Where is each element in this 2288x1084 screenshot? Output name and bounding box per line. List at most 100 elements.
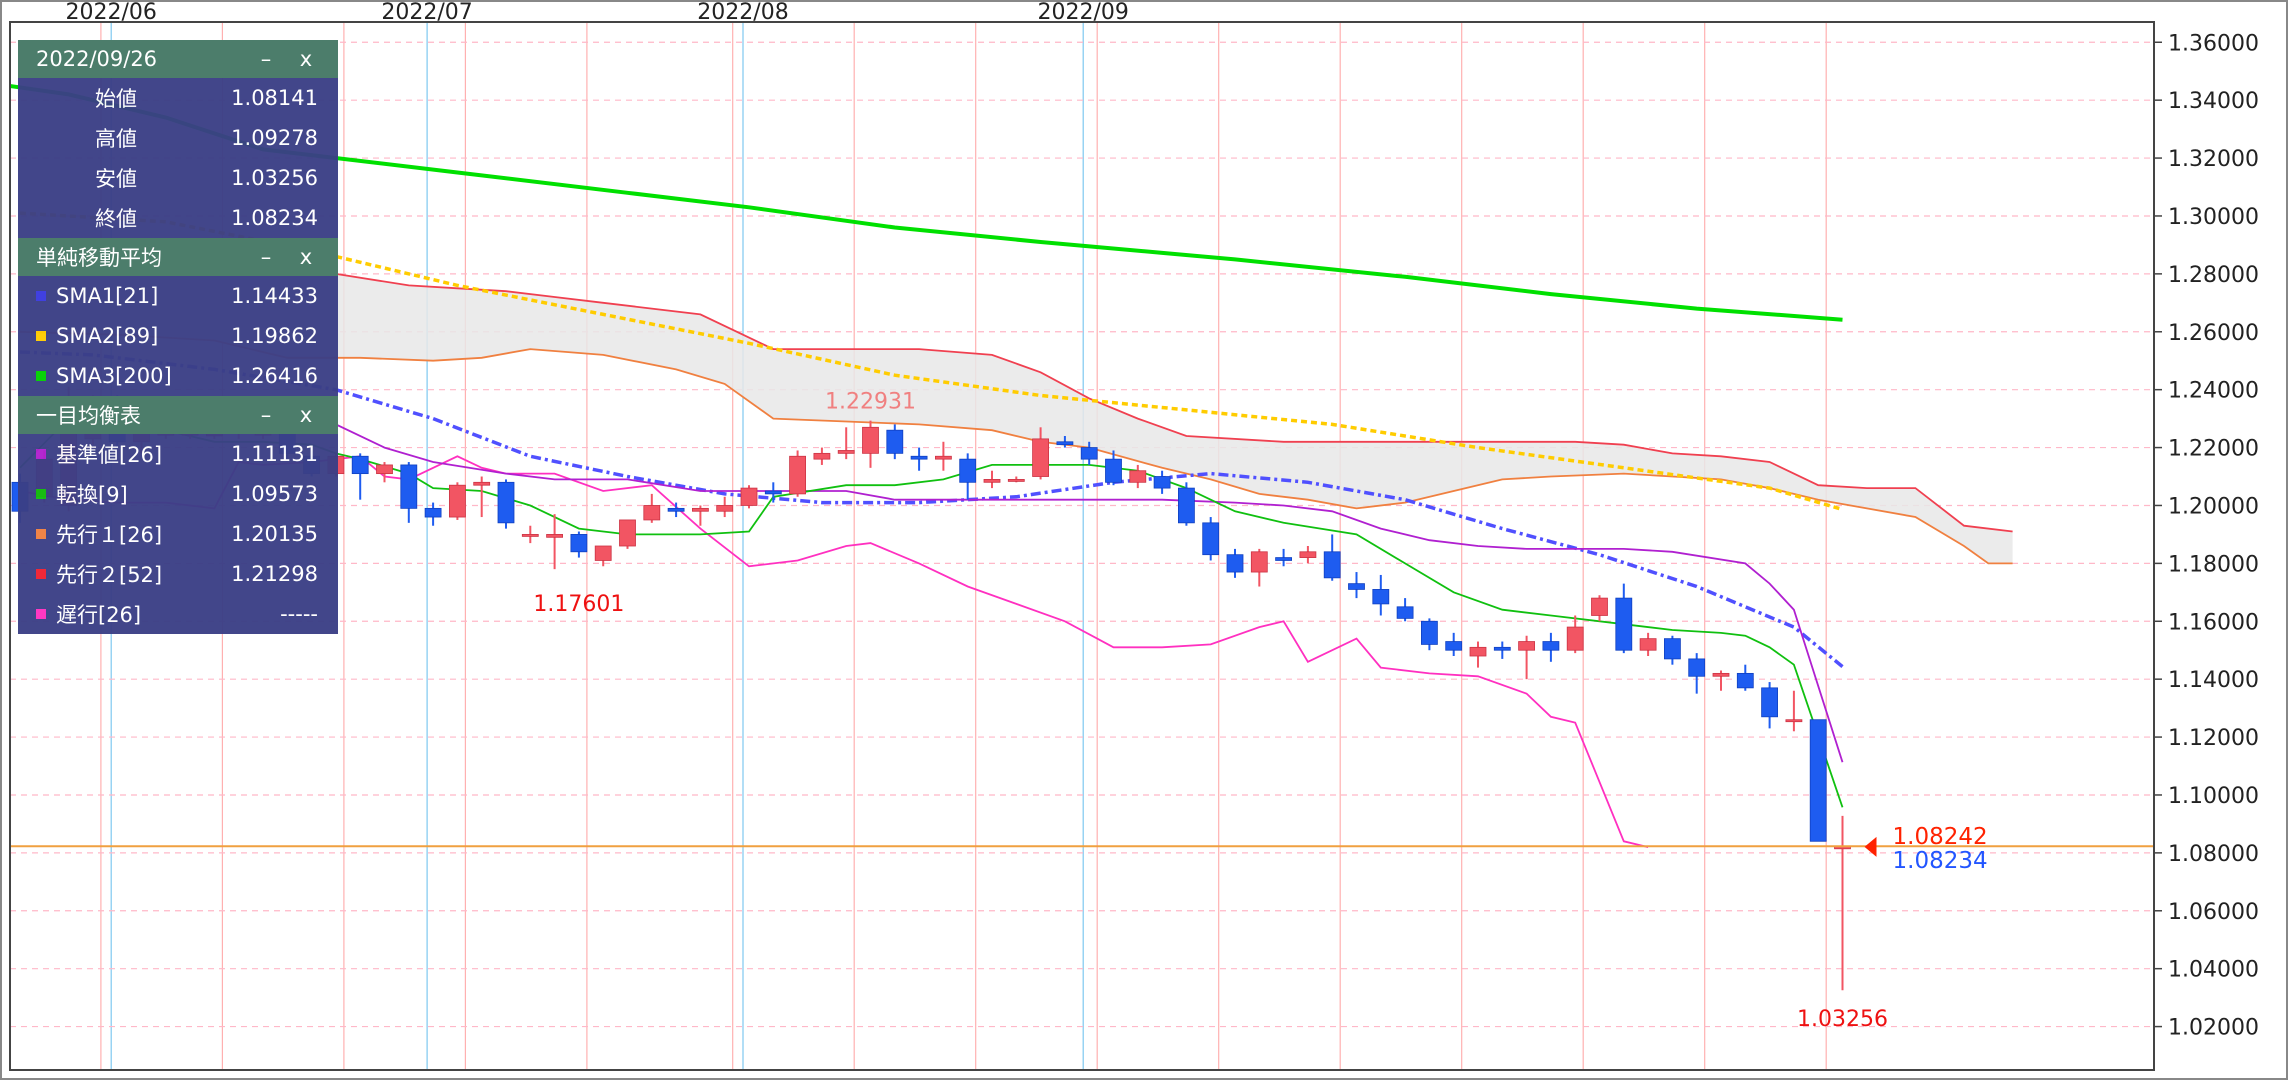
chikou-color-marker bbox=[36, 609, 46, 619]
candle-body bbox=[983, 479, 1001, 483]
ichimoku-close-button[interactable]: x bbox=[286, 403, 326, 427]
y-tick-label: 1.20000 bbox=[2168, 494, 2259, 519]
y-tick-label: 1.08000 bbox=[2168, 842, 2259, 867]
ask-price-label: 1.08242 bbox=[1893, 824, 1988, 850]
candle-body bbox=[619, 519, 636, 547]
candle-body bbox=[740, 487, 758, 506]
senkou-a-label: 先行１[26] bbox=[56, 523, 163, 547]
x-month-label: 2022/08 bbox=[697, 0, 788, 25]
x-month-label: 2022/06 bbox=[65, 0, 156, 25]
y-tick-label: 1.36000 bbox=[2168, 31, 2259, 56]
candle-body bbox=[570, 534, 588, 553]
ohlc-value: 1.08234 bbox=[231, 206, 318, 230]
y-tick-label: 1.16000 bbox=[2168, 610, 2259, 635]
candle-body bbox=[1518, 641, 1535, 651]
ohlc-panel-body: 始値 1.08141 高値 1.09278 安値 1.03256 終値 1.08… bbox=[18, 78, 338, 238]
candle-body bbox=[764, 490, 782, 495]
candle-body bbox=[546, 534, 563, 538]
candle-body bbox=[424, 507, 442, 518]
candle-body bbox=[473, 481, 491, 486]
sma2-value: 1.19862 bbox=[231, 324, 318, 348]
y-tick-label: 1.32000 bbox=[2168, 147, 2259, 172]
candle-body bbox=[1566, 626, 1584, 651]
price-annotation: 1.17601 bbox=[533, 592, 624, 617]
y-tick-label: 1.26000 bbox=[2168, 321, 2259, 346]
ichimoku-minimize-button[interactable]: – bbox=[246, 403, 286, 427]
y-tick-label: 1.34000 bbox=[2168, 89, 2259, 114]
candlestick-chart[interactable]: 1.229311.176011.032561.082421.082341.360… bbox=[0, 0, 2288, 1080]
candle-body bbox=[1469, 646, 1487, 657]
sma1-value: 1.14433 bbox=[231, 284, 318, 308]
tenkan-color-marker bbox=[36, 489, 46, 499]
candle-body bbox=[692, 507, 709, 512]
candle-body bbox=[1129, 470, 1147, 483]
y-tick-label: 1.18000 bbox=[2168, 552, 2259, 577]
candle-body bbox=[1809, 719, 1827, 842]
candle-body bbox=[1785, 719, 1803, 723]
chikou-label: 遅行[26] bbox=[56, 603, 142, 627]
candle-body bbox=[813, 452, 831, 460]
senkou-a-color-marker bbox=[36, 529, 46, 539]
candle-body bbox=[716, 505, 734, 512]
senkou-b-value: 1.21298 bbox=[231, 562, 318, 586]
candle-body bbox=[521, 534, 539, 537]
candle-body bbox=[789, 455, 806, 495]
y-tick-label: 1.14000 bbox=[2168, 668, 2259, 693]
y-tick-label: 1.24000 bbox=[2168, 379, 2259, 404]
ohlc-panel-header: 2022/09/26 – x bbox=[18, 40, 338, 78]
candle-body bbox=[1712, 672, 1730, 677]
indicator-panel: 2022/09/26 – x 始値 1.08141 高値 1.09278 安値 … bbox=[18, 40, 338, 634]
candle-body bbox=[910, 455, 928, 460]
candle-body bbox=[1226, 554, 1244, 573]
chart-background bbox=[0, 0, 2288, 1080]
candle-body bbox=[351, 455, 369, 475]
candle-body bbox=[1202, 522, 1220, 556]
candle-body bbox=[1615, 597, 1633, 651]
ichimoku-panel-header: 一目均衡表 – x bbox=[18, 396, 338, 434]
sma2-row: SMA2[89] 1.19862 bbox=[18, 316, 338, 356]
price-annotation: 1.03256 bbox=[1797, 1007, 1888, 1032]
candle-body bbox=[1348, 583, 1365, 590]
candle-body bbox=[886, 429, 904, 454]
tenkan-value: 1.09573 bbox=[231, 482, 318, 506]
candle-body bbox=[1153, 476, 1171, 489]
candle-body bbox=[376, 464, 393, 475]
y-tick-label: 1.28000 bbox=[2168, 263, 2259, 288]
x-month-label: 2022/07 bbox=[381, 0, 472, 25]
candle-body bbox=[1736, 672, 1754, 689]
ohlc-minimize-button[interactable]: – bbox=[246, 47, 286, 71]
ohlc-row-open: 始値 1.08141 bbox=[18, 78, 338, 118]
kijun-row: 基準値[26] 1.11131 bbox=[18, 434, 338, 474]
candle-body bbox=[1323, 551, 1341, 579]
kijun-color-marker bbox=[36, 449, 46, 459]
candle-body bbox=[448, 484, 466, 518]
candle-body bbox=[1275, 557, 1292, 561]
chart-area[interactable]: 1.22931 1.17601 1.03256 1.08242 1.08234 1.360… bbox=[0, 0, 2288, 1080]
sma1-label: SMA1[21] bbox=[56, 284, 159, 308]
sma3-color-marker bbox=[36, 371, 46, 381]
candle-body bbox=[1178, 487, 1195, 524]
y-tick-label: 1.30000 bbox=[2168, 205, 2259, 230]
sma-minimize-button[interactable]: – bbox=[246, 245, 286, 269]
candle-body bbox=[1250, 551, 1268, 573]
candle-body bbox=[935, 455, 952, 460]
chikou-row: 遅行[26] ----- bbox=[18, 594, 338, 634]
senkou-b-label: 先行２[52] bbox=[56, 563, 163, 587]
sma3-label: SMA3[200] bbox=[56, 364, 172, 388]
candle-body bbox=[1056, 441, 1074, 446]
candle-body bbox=[1421, 620, 1438, 645]
x-month-label: 2022/09 bbox=[1037, 0, 1128, 25]
candle-body bbox=[1664, 638, 1681, 660]
ohlc-close-button[interactable]: x bbox=[286, 47, 326, 71]
candle-body bbox=[1105, 458, 1122, 483]
candle-body bbox=[862, 426, 879, 454]
ohlc-label: 始値 bbox=[95, 87, 137, 111]
candle-body bbox=[1372, 589, 1390, 605]
candle-body bbox=[1299, 551, 1317, 558]
senkou-a-row: 先行１[26] 1.20135 bbox=[18, 514, 338, 554]
bid-price-label: 1.08234 bbox=[1893, 848, 1988, 874]
sma-panel-body: SMA1[21] 1.14433 SMA2[89] 1.19862 SMA3[2… bbox=[18, 276, 338, 396]
sma-close-button[interactable]: x bbox=[286, 245, 326, 269]
sma2-color-marker bbox=[36, 331, 46, 341]
y-tick-label: 1.06000 bbox=[2168, 900, 2259, 925]
